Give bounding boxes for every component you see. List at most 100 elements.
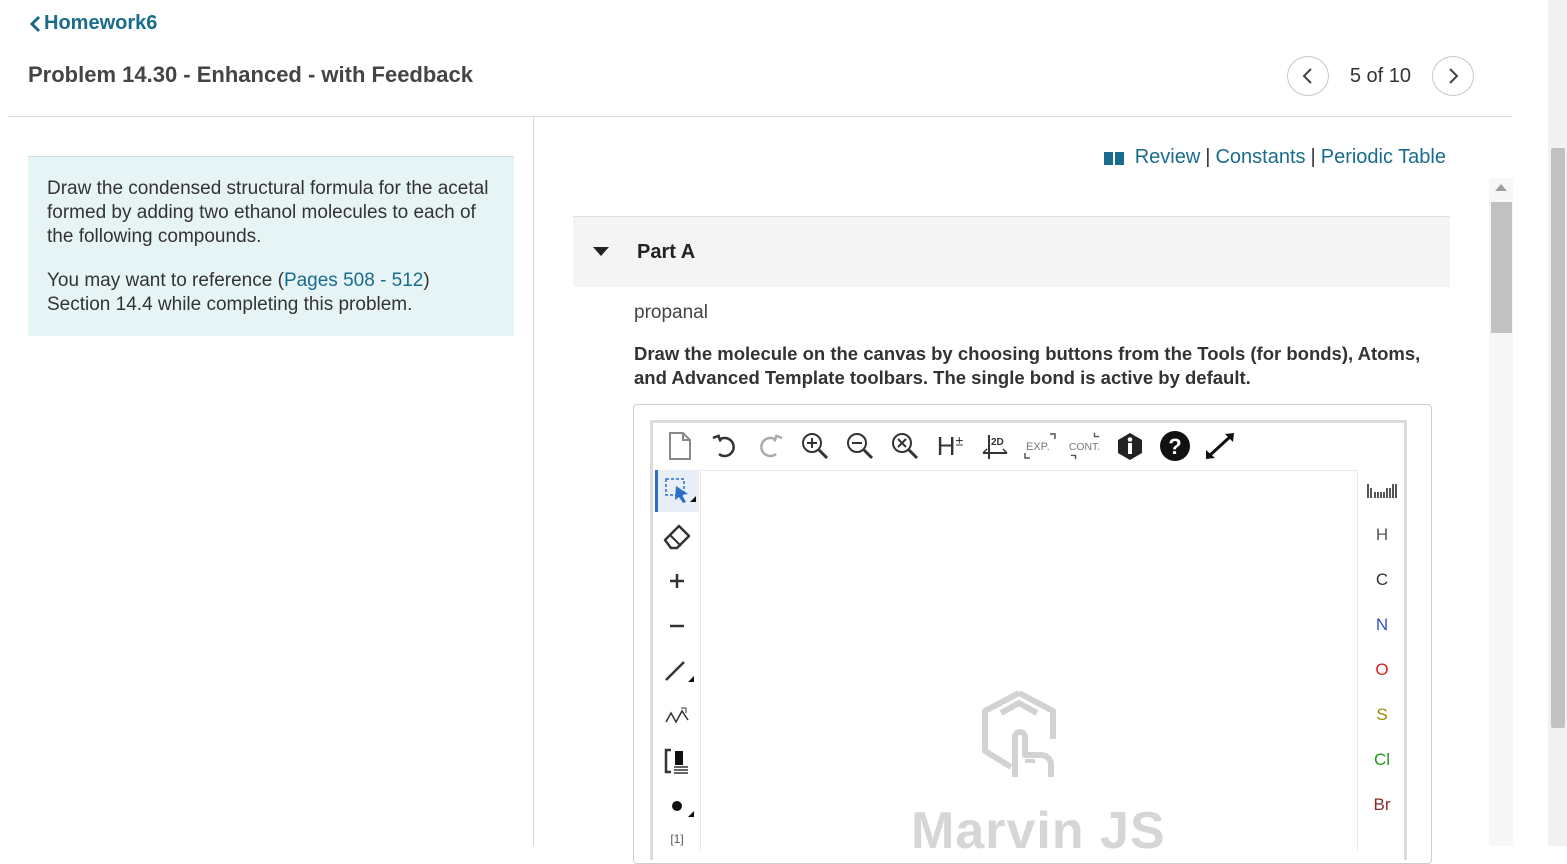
select-tool-button[interactable] <box>655 470 699 512</box>
caret-down-icon <box>593 247 609 256</box>
atom-map-button[interactable]: [1] <box>655 825 699 853</box>
constants-link[interactable]: Constants <box>1215 146 1305 169</box>
header-divider <box>8 116 1512 117</box>
expand-button[interactable]: EXP. <box>1022 428 1058 464</box>
atom-symbol: N <box>1375 615 1389 634</box>
svg-text:EXP.: EXP. <box>1026 441 1050 453</box>
clean-2d-button[interactable]: 2D <box>977 428 1013 464</box>
page-title: Problem 14.30 - Enhanced - with Feedback <box>28 62 474 87</box>
fullscreen-icon <box>1206 433 1234 459</box>
problem-pager: 5 of 10 <box>1286 56 1474 96</box>
info-button[interactable] <box>1112 428 1148 464</box>
periodic-table-link[interactable]: Periodic Table <box>1321 146 1446 169</box>
help-button[interactable]: ? <box>1157 428 1193 464</box>
atom-symbol: O <box>1375 660 1389 679</box>
atom-button-c[interactable]: C <box>1359 570 1405 590</box>
next-problem-button[interactable] <box>1432 56 1474 96</box>
drawing-instruction: Draw the molecule on the canvas by choos… <box>634 343 1421 388</box>
single-bond-button[interactable] <box>655 650 699 692</box>
decrease-charge-button[interactable] <box>655 605 699 647</box>
intro-text: Draw the condensed structural formula fo… <box>47 178 489 247</box>
expand-icon: EXP. <box>1024 433 1056 459</box>
atom-button-cl[interactable]: Cl <box>1359 750 1405 770</box>
atoms-toolbar: H C N O S Cl Br <box>1359 470 1405 850</box>
page-scroll-thumb[interactable] <box>1551 148 1565 728</box>
chain-tool-button[interactable] <box>655 695 699 737</box>
column-divider <box>533 117 534 846</box>
top-toolbar: H± 2D EXP. CONT. ? <box>662 426 1247 466</box>
marvin-logo-icon <box>982 690 1056 777</box>
bracket-tool-button[interactable] <box>655 740 699 782</box>
reference-text: You may want to reference (Pages 508 - 5… <box>47 269 495 317</box>
back-link-label: Homework6 <box>44 12 158 34</box>
undo-icon <box>712 434 735 458</box>
chevron-left-icon <box>29 15 41 32</box>
atom-symbol: Br <box>1373 795 1391 814</box>
atom-symbol: S <box>1376 705 1388 724</box>
new-document-button[interactable] <box>662 428 698 464</box>
implicit-hydrogens-button[interactable]: H± <box>932 428 968 464</box>
eraser-icon <box>663 524 691 550</box>
new-document-icon <box>669 432 691 460</box>
reference-section: Section 14.4 while completing this probl… <box>47 294 413 315</box>
panel-scroll-thumb[interactable] <box>1491 202 1512 333</box>
bracket-icon <box>664 748 688 774</box>
previous-problem-button[interactable] <box>1286 56 1329 96</box>
help-icon: ? <box>1160 431 1190 461</box>
zoom-reset-icon <box>892 433 919 460</box>
zoom-reset-button[interactable] <box>887 428 923 464</box>
left-toolbar: [1] <box>655 470 699 850</box>
plus-icon <box>670 574 684 588</box>
pages-reference-link[interactable]: Pages 508 - 512 <box>284 270 423 291</box>
separator: | <box>1310 146 1316 168</box>
compound-name: propanal <box>634 302 708 323</box>
chain-icon <box>665 707 689 724</box>
redo-button[interactable] <box>752 428 788 464</box>
zoom-in-icon <box>802 433 829 460</box>
atom-button-br[interactable]: Br <box>1359 795 1405 815</box>
svg-text:?: ? <box>1168 434 1181 459</box>
minus-icon <box>670 624 684 628</box>
redo-icon <box>760 434 783 458</box>
atom-symbol: Cl <box>1373 750 1391 769</box>
separator: | <box>1205 146 1211 168</box>
drawing-canvas[interactable]: Marvin JS <box>700 470 1358 850</box>
reference-suffix: ) <box>423 270 430 291</box>
atom-button-s[interactable]: S <box>1359 705 1405 725</box>
clean-2d-icon: 2D <box>982 435 1008 459</box>
atom-button-n[interactable]: N <box>1359 615 1405 635</box>
increase-charge-button[interactable] <box>655 560 699 602</box>
radical-tool-button[interactable] <box>655 785 699 827</box>
undo-button[interactable] <box>707 428 743 464</box>
review-link[interactable]: Review <box>1135 146 1201 169</box>
reference-prefix: You may want to reference ( <box>47 270 284 291</box>
zoom-in-button[interactable] <box>797 428 833 464</box>
rectangle-select-icon <box>664 478 696 503</box>
part-a-header[interactable]: Part A <box>573 216 1450 287</box>
periodic-table-icon[interactable] <box>1366 480 1398 505</box>
zoom-out-button[interactable] <box>842 428 878 464</box>
chevron-right-icon <box>1449 68 1459 84</box>
contract-button[interactable]: CONT. <box>1067 428 1103 464</box>
atom-symbol: C <box>1375 570 1389 589</box>
atom-map-label: [1] <box>670 832 684 846</box>
radical-dot-icon <box>672 801 694 817</box>
chevron-left-icon <box>1302 68 1312 84</box>
atom-symbol: H <box>1375 525 1389 544</box>
info-icon <box>1118 433 1142 460</box>
zoom-out-icon <box>847 433 874 460</box>
part-label: Part A <box>637 240 696 263</box>
back-to-homework-link[interactable]: Homework6 <box>28 12 157 35</box>
atom-button-o[interactable]: O <box>1359 660 1405 680</box>
svg-text:CONT.: CONT. <box>1069 442 1100 453</box>
scroll-up-arrow-icon[interactable] <box>1495 184 1507 191</box>
problem-intro-panel: Draw the condensed structural formula fo… <box>28 156 514 336</box>
book-icon <box>1103 151 1124 165</box>
resources-bar: Review | Constants | Periodic Table <box>1103 146 1446 169</box>
marvin-watermark: Marvin JS <box>911 802 1166 850</box>
single-bond-icon <box>665 661 694 682</box>
erase-tool-button[interactable] <box>655 515 699 557</box>
hydrogen-toggle-icon: H± <box>936 430 964 461</box>
fullscreen-button[interactable] <box>1202 428 1238 464</box>
atom-button-h[interactable]: H <box>1359 525 1405 545</box>
